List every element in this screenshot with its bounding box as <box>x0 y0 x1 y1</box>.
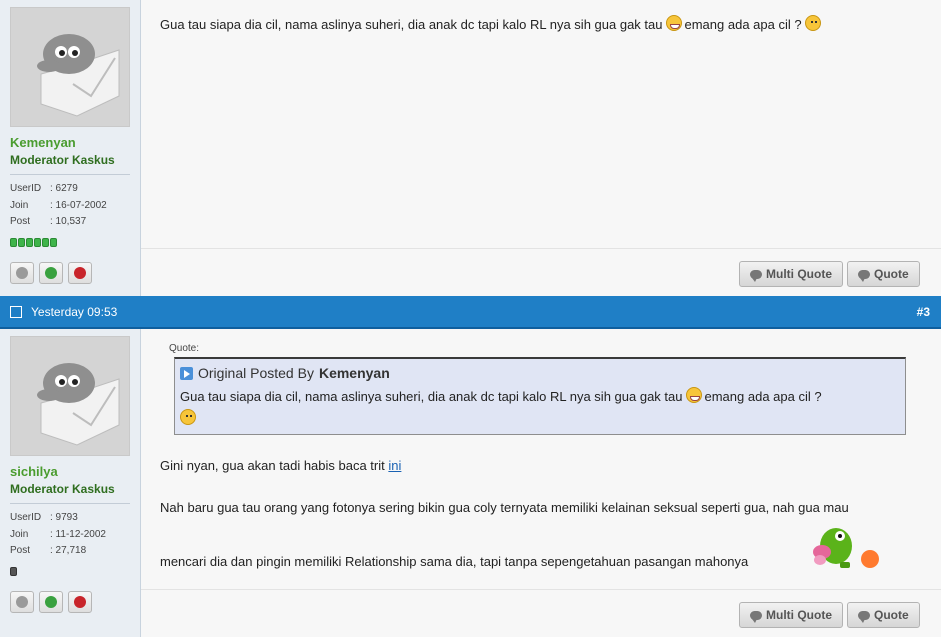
quote-text: Gua tau siapa dia cil, nama aslinya suhe… <box>180 386 892 430</box>
quote-bubble-icon <box>750 269 762 282</box>
blank-emoticon <box>180 409 196 425</box>
reputation-bar <box>10 567 17 576</box>
grin-emoticon <box>685 387 702 403</box>
quote-label: Quote: <box>169 343 200 354</box>
offline-icon <box>16 267 28 279</box>
frog-emoticon <box>813 528 852 568</box>
add-reputation-button[interactable] <box>39 591 63 613</box>
post-2-content: Quote: Original Posted By Kemenyan Gua t… <box>141 329 941 637</box>
post-2-userinfo: sichilya Moderator Kaskus UserID: 9793 J… <box>0 329 141 637</box>
divider <box>10 503 130 504</box>
offline-status-button[interactable] <box>10 262 34 284</box>
report-icon <box>74 267 86 279</box>
stat-post: Post: 27,718 <box>10 545 87 556</box>
grin-emoticon <box>665 15 682 31</box>
report-post-button[interactable] <box>68 591 92 613</box>
quote-bubble-icon <box>750 610 762 623</box>
post-number-link[interactable]: #3 <box>917 305 930 319</box>
reputation-bar <box>10 238 57 247</box>
post-message: Gua tau siapa dia cil, nama aslinya suhe… <box>160 14 824 36</box>
quote-author: Kemenyan <box>318 365 390 381</box>
user-rank: Moderator Kaskus <box>10 153 115 167</box>
post-2: sichilya Moderator Kaskus UserID: 9793 J… <box>0 329 941 637</box>
divider <box>10 174 130 175</box>
quote-bubble-icon <box>858 269 870 282</box>
stat-join: Join: 16-07-2002 <box>10 199 107 211</box>
ghost-avatar-icon <box>37 363 120 446</box>
post-message-line: Nah baru gua tau orang yang fotonya seri… <box>160 500 849 515</box>
avatar[interactable] <box>10 336 130 456</box>
multi-quote-button[interactable]: Multi Quote <box>739 261 843 287</box>
avatar[interactable] <box>10 7 130 127</box>
post-message-line: mencari dia dan pingin memiliki Relation… <box>160 554 749 569</box>
ghost-avatar-icon <box>37 34 120 117</box>
post-1-userinfo: Kemenyan Moderator Kaskus UserID: 6279 J… <box>0 0 141 296</box>
stat-userid: UserID: 6279 <box>10 183 78 194</box>
post-timestamp: Yesterday 09:53 <box>31 305 118 319</box>
post-1-content: Gua tau siapa dia cil, nama aslinya suhe… <box>141 0 941 296</box>
post-footer: Multi Quote Quote <box>141 248 941 296</box>
report-post-button[interactable] <box>68 262 92 284</box>
stat-join: Join: 11-12-2002 <box>10 528 106 540</box>
username[interactable]: Kemenyan <box>10 135 76 150</box>
post-message-line: Gini nyan, gua akan tadi habis baca trit… <box>160 458 402 473</box>
thread-link[interactable]: ini <box>388 458 401 473</box>
stat-post: Post: 10,537 <box>10 216 87 227</box>
offline-icon <box>16 596 28 608</box>
quote-box: Original Posted By Kemenyan Gua tau siap… <box>174 357 906 435</box>
add-reputation-icon <box>45 596 57 608</box>
angry-emoticon <box>861 550 879 568</box>
stat-userid: UserID: 9793 <box>10 512 78 523</box>
offline-status-button[interactable] <box>10 591 34 613</box>
quote-bubble-icon <box>858 610 870 623</box>
post-1: Kemenyan Moderator Kaskus UserID: 6279 J… <box>0 0 941 296</box>
quote-arrow-icon[interactable] <box>180 366 193 380</box>
user-actions <box>10 591 92 613</box>
add-reputation-button[interactable] <box>39 262 63 284</box>
report-icon <box>74 596 86 608</box>
multi-quote-button[interactable]: Multi Quote <box>739 602 843 628</box>
post-footer: Multi Quote Quote <box>141 589 941 637</box>
user-rank: Moderator Kaskus <box>10 482 115 496</box>
quote-header: Original Posted By Kemenyan <box>180 365 390 381</box>
user-stats: UserID: 6279 Join: 16-07-2002 Post: 10,5… <box>10 181 107 231</box>
quote-button[interactable]: Quote <box>847 602 920 628</box>
user-actions <box>10 262 92 284</box>
check-icon[interactable] <box>10 306 22 318</box>
post-header-bar: Yesterday 09:53 #3 <box>0 296 941 329</box>
user-stats: UserID: 9793 Join: 11-12-2002 Post: 27,7… <box>10 510 106 560</box>
blank-emoticon <box>804 15 821 31</box>
add-reputation-icon <box>45 267 57 279</box>
quote-button[interactable]: Quote <box>847 261 920 287</box>
username[interactable]: sichilya <box>10 464 58 479</box>
